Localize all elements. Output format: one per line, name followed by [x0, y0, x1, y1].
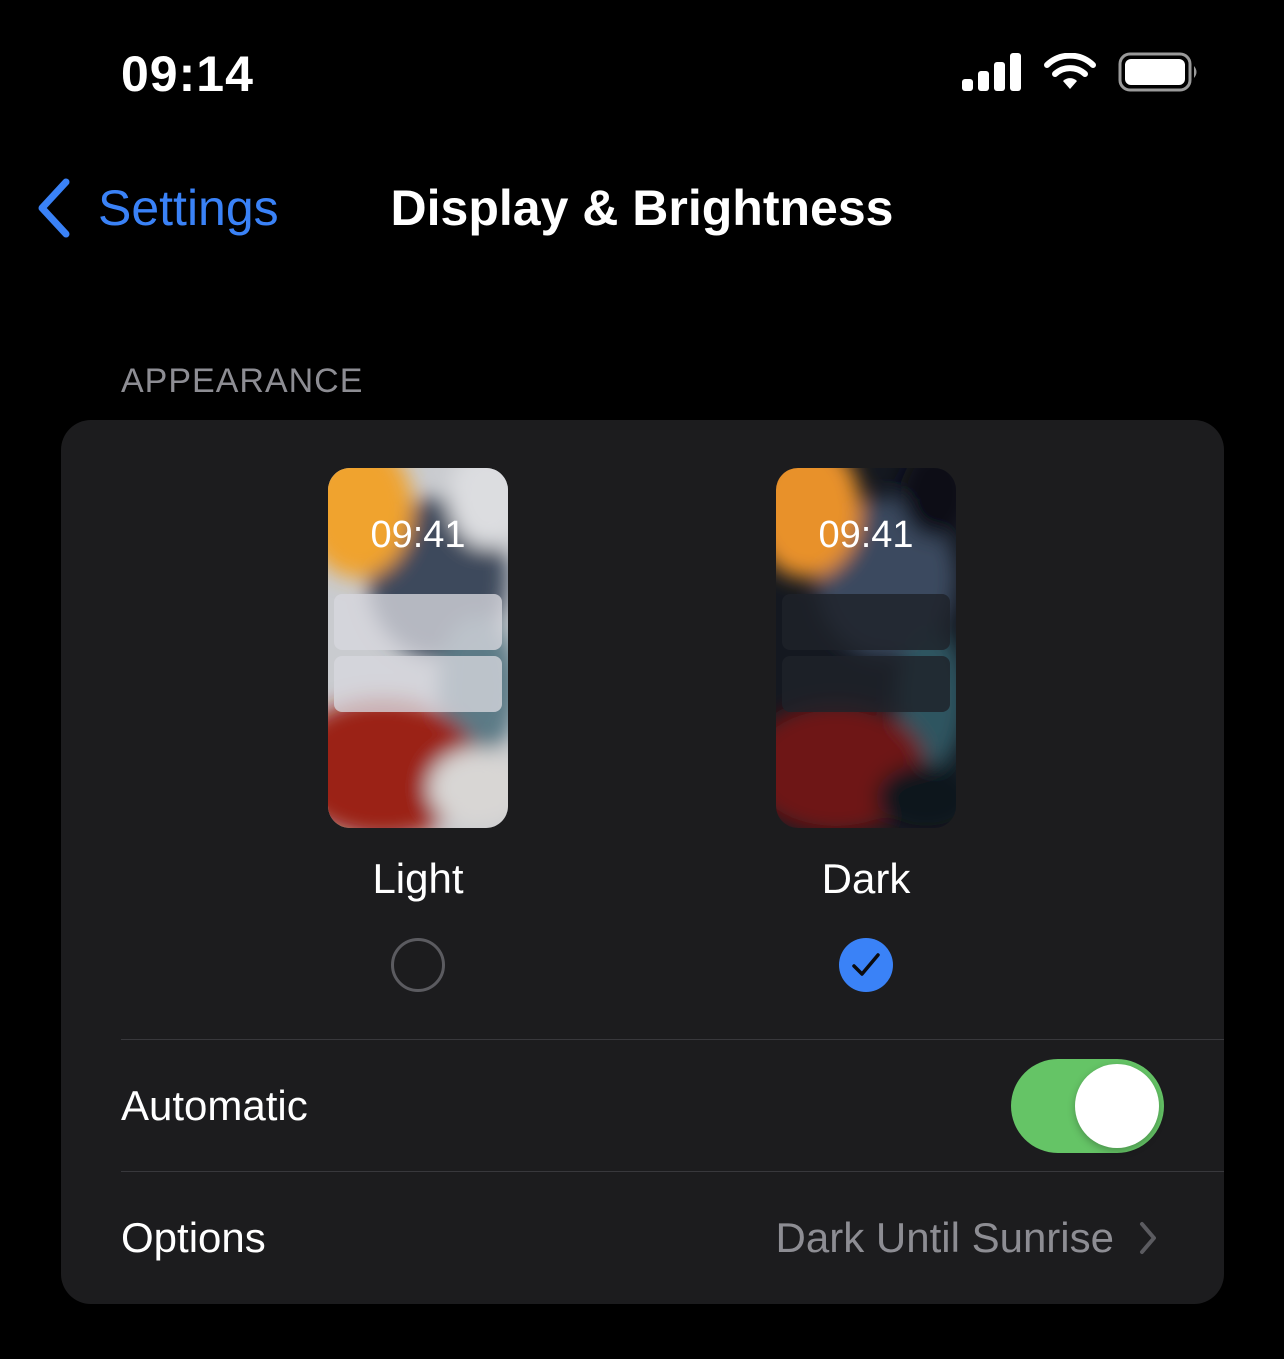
battery-icon — [1118, 52, 1197, 92]
dark-preview-notification — [782, 656, 950, 712]
automatic-toggle[interactable] — [1011, 1059, 1164, 1153]
dark-preview-time: 09:41 — [818, 514, 914, 556]
options-row[interactable]: Options Dark Until Sunrise — [121, 1172, 1224, 1304]
section-header-appearance: APPEARANCE — [121, 362, 364, 400]
light-preview-notification — [334, 594, 502, 650]
light-preview-notification — [334, 656, 502, 712]
chevron-right-icon — [1140, 1222, 1156, 1254]
appearance-option-light[interactable]: 09:41 Light — [328, 468, 508, 992]
status-time: 09:14 — [121, 46, 254, 102]
automatic-row: Automatic — [121, 1040, 1224, 1172]
screen: 09:14 Settings Display & Brightness APPE… — [0, 0, 1284, 1359]
toggle-knob — [1075, 1064, 1159, 1148]
wifi-icon — [1044, 53, 1096, 89]
appearance-group: 09:41 Light 09:41 Dark Automatic Options… — [61, 420, 1224, 1304]
dark-preview-image: 09:41 — [776, 468, 956, 828]
checkmark-icon — [852, 953, 880, 976]
dark-radio-button[interactable] — [839, 938, 893, 992]
options-label: Options — [121, 1214, 266, 1261]
automatic-label: Automatic — [121, 1082, 308, 1129]
appearance-option-label: Light — [372, 855, 464, 902]
status-icons — [962, 50, 1200, 94]
cellular-signal-icon — [962, 53, 1021, 91]
light-preview-image: 09:41 — [328, 468, 508, 828]
dark-preview-notification — [782, 594, 950, 650]
page-title: Display & Brightness — [390, 180, 894, 236]
light-radio-button[interactable] — [391, 938, 445, 992]
options-value: Dark Until Sunrise — [775, 1214, 1114, 1261]
appearance-option-dark[interactable]: 09:41 Dark — [776, 468, 956, 992]
light-preview-time: 09:41 — [370, 514, 466, 556]
appearance-option-label: Dark — [821, 855, 911, 902]
